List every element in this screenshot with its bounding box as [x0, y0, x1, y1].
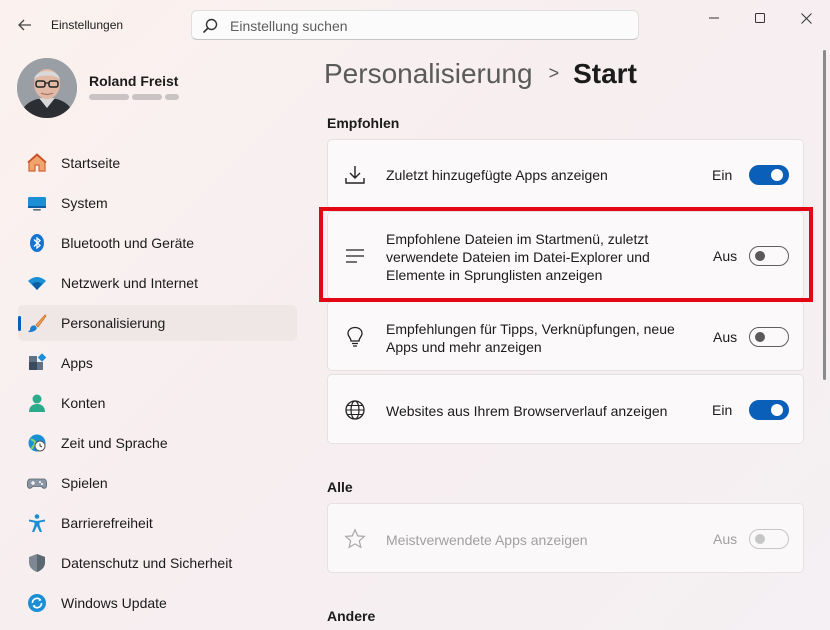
close-button[interactable]	[791, 8, 821, 28]
page-title: Start	[573, 58, 637, 89]
app-title: Einstellungen	[51, 18, 124, 32]
toggle-state-label: Aus	[713, 531, 738, 547]
title-bar: Einstellungen Einstellung suchen	[0, 0, 830, 48]
sidebar-item-zeit-sprache[interactable]: Zeit und Sprache	[18, 425, 297, 461]
user-photo	[17, 58, 77, 118]
recent-apps-toggle[interactable]	[749, 165, 789, 185]
sidebar-item-label: Apps	[61, 355, 93, 371]
maximize-icon	[755, 13, 765, 23]
back-arrow-icon	[18, 19, 31, 31]
home-icon	[27, 153, 47, 172]
lightbulb-icon	[347, 326, 363, 347]
monitor-icon	[28, 197, 46, 211]
sidebar-item-label: Startseite	[61, 155, 121, 171]
clock-globe-icon	[28, 434, 46, 452]
minimize-button[interactable]	[699, 8, 729, 28]
user-email-redacted	[89, 92, 179, 103]
bluetooth-icon	[30, 234, 44, 252]
search-icon	[202, 18, 218, 34]
toggle-knob	[771, 404, 783, 416]
avatar[interactable]	[17, 58, 77, 118]
sidebar-item-apps[interactable]: Apps	[18, 345, 297, 381]
sidebar-item-label: Windows Update	[61, 595, 167, 611]
sidebar-item-bluetooth[interactable]: Bluetooth und Geräte	[18, 225, 297, 261]
most-used-apps-toggle[interactable]	[749, 529, 789, 549]
accessibility-icon	[29, 514, 45, 532]
download-icon	[345, 166, 365, 184]
toggle-state-label: Aus	[713, 329, 738, 345]
setting-label: Zuletzt hinzugefügte Apps anzeigen	[386, 167, 608, 183]
setting-card-most-used-apps: Meistverwendete Apps anzeigen Aus	[327, 503, 804, 573]
browser-history-toggle[interactable]	[749, 400, 789, 420]
setting-label: Meistverwendete Apps anzeigen	[386, 532, 588, 548]
breadcrumb-separator: >	[548, 63, 560, 83]
sidebar-item-label: Personalisierung	[61, 315, 166, 331]
star-icon	[344, 528, 366, 549]
sidebar-item-label: Datenschutz und Sicherheit	[61, 555, 233, 571]
setting-card-recent-apps: Zuletzt hinzugefügte Apps anzeigen Ein	[327, 139, 804, 209]
wifi-icon	[28, 277, 46, 290]
tips-toggle[interactable]	[749, 327, 789, 347]
toggle-knob	[755, 534, 765, 544]
back-button[interactable]	[14, 14, 36, 36]
sidebar-item-label: Bluetooth und Geräte	[61, 235, 195, 251]
toggle-knob	[771, 169, 783, 181]
sidebar-item-spielen[interactable]: Spielen	[18, 465, 297, 501]
sidebar-item-label: Barrierefreiheit	[61, 515, 153, 531]
selection-indicator	[18, 316, 21, 331]
minimize-icon	[709, 17, 719, 19]
sidebar-item-system[interactable]: System	[18, 185, 297, 221]
sidebar-item-datenschutz[interactable]: Datenschutz und Sicherheit	[18, 545, 297, 581]
sidebar-item-label: Konten	[61, 395, 106, 411]
section-title-andere: Andere	[327, 608, 376, 624]
sidebar-item-label: Spielen	[61, 475, 108, 491]
setting-label: Empfehlungen für Tipps, Verknüpfungen, n…	[386, 321, 675, 355]
sidebar-item-label: Netzwerk und Internet	[61, 275, 198, 291]
sidebar-item-konten[interactable]: Konten	[18, 385, 297, 421]
toggle-state-label: Ein	[712, 167, 733, 183]
user-name: Roland Freist	[89, 73, 179, 89]
scrollbar[interactable]	[823, 50, 826, 380]
close-icon	[800, 12, 812, 24]
search-placeholder: Einstellung suchen	[230, 18, 348, 34]
highlight-frame	[319, 207, 813, 302]
sidebar-item-windows-update[interactable]: Windows Update	[18, 585, 297, 621]
sidebar-item-barrierefreiheit[interactable]: Barrierefreiheit	[18, 505, 297, 541]
search-input[interactable]: Einstellung suchen	[191, 10, 639, 40]
globe-icon	[345, 400, 365, 420]
gamepad-icon	[27, 478, 47, 489]
section-title-alle: Alle	[327, 479, 353, 495]
account-icon	[29, 394, 45, 412]
brush-icon	[28, 314, 47, 333]
apps-icon	[29, 353, 47, 370]
sidebar-item-label: Zeit und Sprache	[61, 435, 168, 451]
breadcrumb-parent[interactable]: Personalisierung	[324, 58, 533, 89]
sidebar-item-netzwerk[interactable]: Netzwerk und Internet	[18, 265, 297, 301]
setting-label: Websites aus Ihrem Browserverlauf anzeig…	[386, 403, 668, 419]
toggle-state-label: Ein	[712, 402, 733, 418]
sidebar-item-startseite[interactable]: Startseite	[18, 145, 297, 181]
maximize-button[interactable]	[745, 8, 775, 28]
sidebar-item-label: System	[61, 195, 108, 211]
setting-card-tips: Empfehlungen für Tipps, Verknüpfungen, n…	[327, 301, 804, 371]
setting-card-browser-history: Websites aus Ihrem Browserverlauf anzeig…	[327, 374, 804, 444]
update-icon	[28, 594, 46, 612]
toggle-knob	[755, 332, 765, 342]
section-title-empfohlen: Empfohlen	[327, 115, 400, 131]
sidebar-item-personalisierung[interactable]: Personalisierung	[18, 305, 297, 341]
breadcrumb: Personalisierung > Start	[324, 58, 637, 90]
shield-icon	[29, 554, 45, 572]
